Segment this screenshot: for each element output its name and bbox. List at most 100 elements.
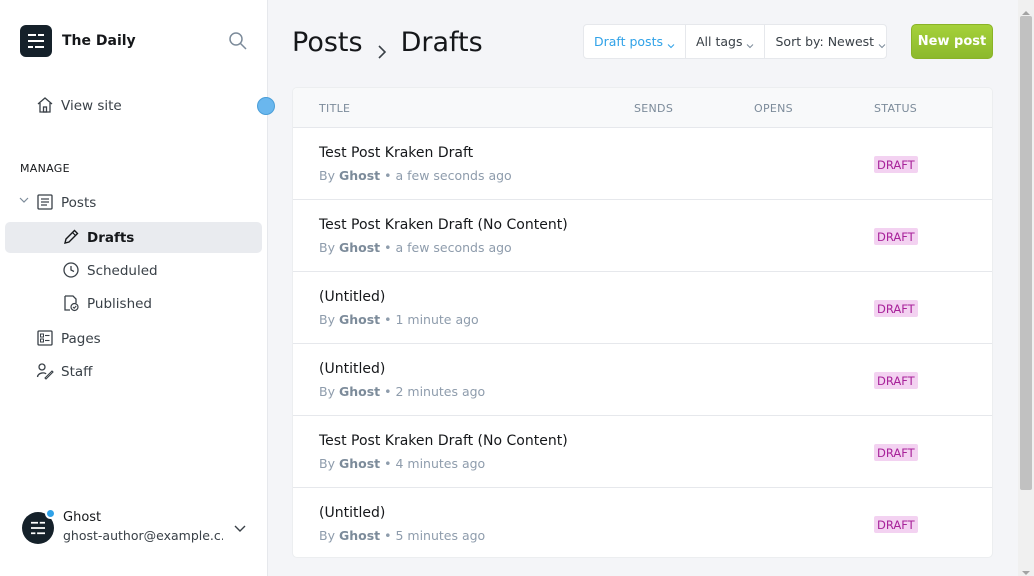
sidebar-item-published[interactable]: Published bbox=[5, 288, 262, 319]
post-title: Test Post Kraken Draft bbox=[319, 145, 474, 161]
by-label: By bbox=[319, 456, 335, 471]
pages-label: Pages bbox=[61, 330, 101, 347]
post-author: Ghost bbox=[338, 384, 381, 399]
table-row[interactable]: Test Post Kraken Draft (No Content) By G… bbox=[293, 200, 992, 272]
post-meta: By Ghost • 5 minutes ago bbox=[319, 528, 486, 543]
user-menu[interactable]: Ghost ghost-author@example.c... bbox=[20, 508, 250, 548]
post-author: Ghost bbox=[338, 456, 381, 471]
chevron-down-icon bbox=[878, 38, 886, 48]
brand[interactable]: The Daily bbox=[20, 25, 136, 57]
posts-icon bbox=[36, 193, 54, 211]
chevron-down-icon[interactable] bbox=[18, 194, 30, 212]
drafts-label: Drafts bbox=[87, 229, 135, 246]
ghost-logo-icon bbox=[20, 25, 52, 57]
column-status: STATUS bbox=[874, 102, 918, 115]
online-status-dot bbox=[45, 508, 56, 519]
manage-section-label: MANAGE bbox=[20, 162, 70, 175]
user-name: Ghost bbox=[63, 510, 102, 525]
by-label: By bbox=[319, 168, 335, 183]
pencil-icon bbox=[62, 228, 80, 246]
sidebar-item-scheduled[interactable]: Scheduled bbox=[5, 255, 262, 286]
post-time: 1 minute ago bbox=[395, 312, 479, 327]
breadcrumb-posts-link[interactable]: Posts bbox=[292, 27, 363, 58]
status-badge: DRAFT bbox=[874, 516, 918, 533]
post-title: (Untitled) bbox=[319, 289, 386, 305]
table-row[interactable]: (Untitled) By Ghost • 2 minutes ago DRAF… bbox=[293, 344, 992, 416]
breadcrumb: Posts Drafts bbox=[292, 24, 483, 60]
view-site-link[interactable]: View site bbox=[5, 90, 262, 121]
column-opens: OPENS bbox=[754, 102, 793, 115]
page-title: Drafts bbox=[400, 26, 483, 58]
status-badge: DRAFT bbox=[874, 372, 918, 389]
table-row[interactable]: (Untitled) By Ghost • 5 minutes ago DRAF… bbox=[293, 488, 992, 557]
sidebar-item-staff[interactable]: Staff bbox=[5, 356, 262, 387]
post-author: Ghost bbox=[338, 240, 381, 255]
post-meta: By Ghost • a few seconds ago bbox=[319, 168, 512, 183]
post-title: (Untitled) bbox=[319, 361, 386, 377]
post-meta: By Ghost • a few seconds ago bbox=[319, 240, 512, 255]
published-label: Published bbox=[87, 295, 152, 312]
tag-filter-label: All tags bbox=[696, 34, 743, 49]
type-filter-label: Draft posts bbox=[594, 34, 663, 49]
scrollbar-thumb[interactable] bbox=[1020, 16, 1032, 490]
staff-icon bbox=[36, 362, 54, 380]
new-post-button[interactable]: New post bbox=[911, 24, 993, 59]
chevron-down-icon bbox=[667, 38, 675, 48]
chevron-right-icon bbox=[375, 35, 389, 59]
table-header: TITLE SENDS OPENS STATUS bbox=[293, 88, 992, 128]
table-row[interactable]: Test Post Kraken Draft (No Content) By G… bbox=[293, 416, 992, 488]
column-sends: SENDS bbox=[634, 102, 674, 115]
staff-label: Staff bbox=[61, 363, 93, 380]
by-label: By bbox=[319, 528, 335, 543]
post-title: Test Post Kraken Draft (No Content) bbox=[319, 433, 568, 449]
view-site-label: View site bbox=[61, 97, 122, 114]
post-meta: By Ghost • 4 minutes ago bbox=[319, 456, 486, 471]
post-time: a few seconds ago bbox=[395, 240, 512, 255]
post-time: 5 minutes ago bbox=[395, 528, 486, 543]
home-icon bbox=[36, 96, 54, 114]
post-time: 2 minutes ago bbox=[395, 384, 486, 399]
scroll-down-icon[interactable] bbox=[1021, 563, 1031, 575]
published-doc-icon bbox=[62, 294, 80, 312]
sidebar-item-drafts[interactable]: Drafts bbox=[5, 222, 262, 253]
by-label: By bbox=[319, 384, 335, 399]
by-label: By bbox=[319, 240, 335, 255]
post-title: (Untitled) bbox=[319, 505, 386, 521]
status-badge: DRAFT bbox=[874, 444, 918, 461]
pages-icon bbox=[36, 329, 54, 347]
post-author: Ghost bbox=[338, 528, 381, 543]
type-filter-dropdown[interactable]: Draft posts bbox=[584, 25, 686, 58]
user-email: ghost-author@example.c... bbox=[63, 528, 223, 543]
clock-icon bbox=[62, 261, 80, 279]
site-title: The Daily bbox=[62, 33, 136, 49]
scheduled-label: Scheduled bbox=[87, 262, 158, 279]
post-meta: By Ghost • 2 minutes ago bbox=[319, 384, 486, 399]
post-author: Ghost bbox=[338, 168, 381, 183]
status-badge: DRAFT bbox=[874, 300, 918, 317]
sidebar-item-pages[interactable]: Pages bbox=[5, 323, 262, 354]
sort-label: Sort by: Newest bbox=[775, 34, 875, 49]
chevron-down-icon[interactable] bbox=[232, 520, 248, 536]
search-icon[interactable] bbox=[228, 31, 248, 51]
column-title: TITLE bbox=[319, 102, 351, 115]
post-title: Test Post Kraken Draft (No Content) bbox=[319, 217, 568, 233]
post-author: Ghost bbox=[338, 312, 381, 327]
notification-dot[interactable] bbox=[257, 97, 275, 115]
post-time: 4 minutes ago bbox=[395, 456, 486, 471]
scroll-up-icon[interactable] bbox=[1021, 3, 1031, 15]
posts-table: TITLE SENDS OPENS STATUS Test Post Krake… bbox=[292, 87, 993, 558]
status-badge: DRAFT bbox=[874, 228, 918, 245]
sidebar-item-posts[interactable]: Posts bbox=[5, 187, 262, 218]
tag-filter-dropdown[interactable]: All tags bbox=[686, 25, 766, 58]
sidebar: The Daily View site MANAGE Posts Drafts … bbox=[0, 0, 275, 576]
by-label: By bbox=[319, 312, 335, 327]
post-time: a few seconds ago bbox=[395, 168, 512, 183]
table-row[interactable]: Test Post Kraken Draft By Ghost • a few … bbox=[293, 128, 992, 200]
post-filters: Draft posts All tags Sort by: Newest bbox=[583, 24, 887, 59]
chevron-down-icon bbox=[746, 38, 754, 48]
status-badge: DRAFT bbox=[874, 156, 918, 173]
table-row[interactable]: (Untitled) By Ghost • 1 minute ago DRAFT bbox=[293, 272, 992, 344]
posts-label: Posts bbox=[61, 194, 97, 211]
post-meta: By Ghost • 1 minute ago bbox=[319, 312, 479, 327]
sort-dropdown[interactable]: Sort by: Newest bbox=[765, 25, 896, 58]
